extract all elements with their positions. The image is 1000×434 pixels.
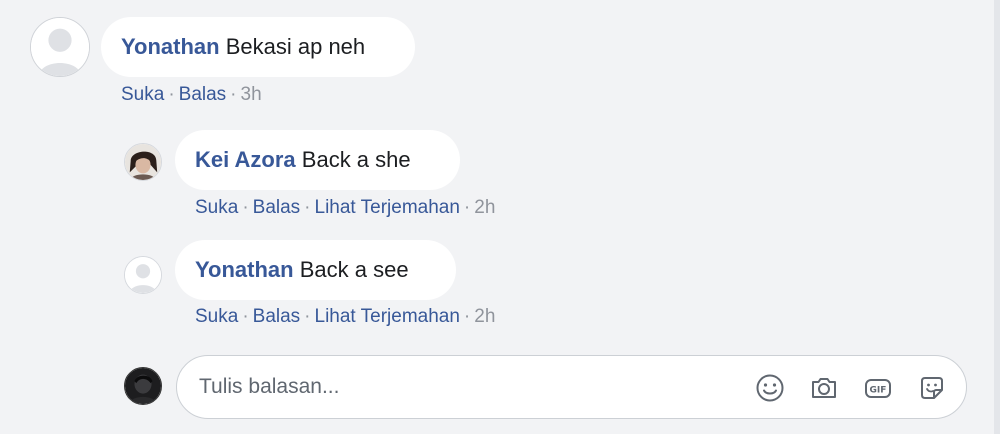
reply-link[interactable]: Balas xyxy=(179,84,227,105)
comment-bubble: Kei Azora Back a she xyxy=(175,130,460,190)
reply-link[interactable]: Balas xyxy=(253,306,301,327)
timestamp[interactable]: 2h xyxy=(474,306,495,327)
timestamp[interactable]: 2h xyxy=(474,197,495,218)
reply-link[interactable]: Balas xyxy=(253,197,301,218)
camera-icon[interactable] xyxy=(809,373,839,403)
default-avatar-icon xyxy=(31,18,89,76)
comment-actions: Suka · Balas · Lihat Terjemahan · 2h xyxy=(195,197,495,219)
comment-actions: Suka · Balas · Lihat Terjemahan · 2h xyxy=(195,306,495,328)
comment-author[interactable]: Yonathan xyxy=(195,257,294,282)
separator-dot: · xyxy=(230,84,237,105)
separator-dot: · xyxy=(304,197,311,218)
emoji-icon[interactable] xyxy=(755,373,785,403)
separator-dot: · xyxy=(242,197,249,218)
avatar[interactable] xyxy=(124,143,162,181)
separator-dot: · xyxy=(463,197,471,218)
separator-dot: · xyxy=(304,306,311,327)
comment-text: Back a see xyxy=(299,257,409,282)
gif-icon[interactable]: GIF xyxy=(863,373,893,403)
separator-dot: · xyxy=(463,306,471,327)
avatar[interactable] xyxy=(124,256,162,294)
like-link[interactable]: Suka xyxy=(195,306,238,327)
separator-dot: · xyxy=(168,84,175,105)
sticker-icon[interactable] xyxy=(917,373,947,403)
reply-composer: GIF xyxy=(176,355,967,419)
timestamp[interactable]: 3h xyxy=(241,84,262,105)
translate-link[interactable]: Lihat Terjemahan xyxy=(315,306,460,327)
comment-author[interactable]: Yonathan xyxy=(121,34,220,59)
page-edge xyxy=(994,0,1000,434)
profile-photo-icon xyxy=(125,368,161,404)
comment-bubble: Yonathan Bekasi ap neh xyxy=(101,17,415,77)
default-avatar-icon xyxy=(125,257,161,293)
translate-link[interactable]: Lihat Terjemahan xyxy=(315,197,460,218)
comment-actions: Suka · Balas · 3h xyxy=(121,84,262,106)
avatar[interactable] xyxy=(30,17,90,77)
separator-dot: · xyxy=(242,306,249,327)
comment-text: Back a she xyxy=(301,147,411,172)
comment-bubble: Yonathan Back a see xyxy=(175,240,456,300)
like-link[interactable]: Suka xyxy=(121,84,164,105)
like-link[interactable]: Suka xyxy=(195,197,238,218)
reply-input[interactable] xyxy=(199,370,739,404)
comment-author[interactable]: Kei Azora xyxy=(195,147,296,172)
profile-photo-icon xyxy=(125,144,161,180)
comment-text: Bekasi ap neh xyxy=(225,34,366,59)
svg-text:GIF: GIF xyxy=(870,386,887,396)
current-user-avatar[interactable] xyxy=(124,367,162,405)
